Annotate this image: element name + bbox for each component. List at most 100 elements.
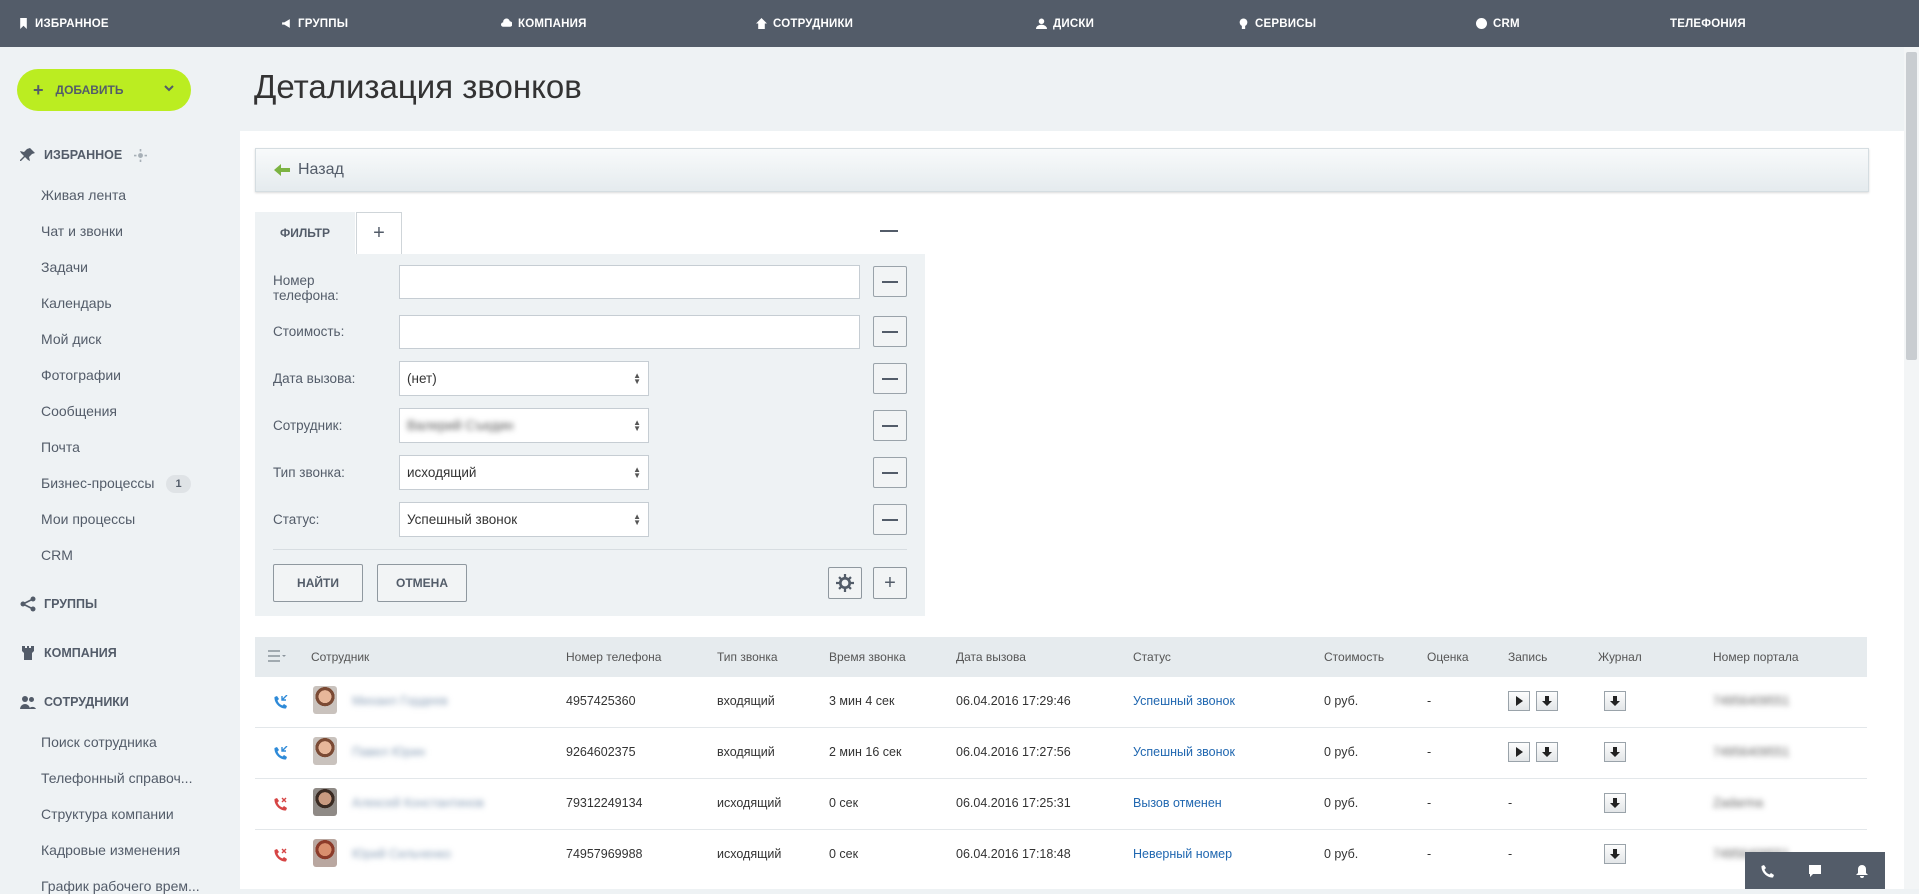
filter-collapse-icon[interactable] <box>880 230 898 232</box>
filter-settings-button[interactable] <box>828 567 862 599</box>
download-journal-button[interactable] <box>1604 691 1626 711</box>
call-status[interactable]: Успешный звонок <box>1133 745 1235 759</box>
employee-name[interactable]: Павел Юрин <box>352 745 425 759</box>
sidebar-item-crm[interactable]: CRM <box>41 547 73 563</box>
sidebar-section-groups[interactable]: Группы <box>20 596 97 612</box>
find-button[interactable]: НАЙТИ <box>273 564 363 602</box>
top-navigation: Избранное Группы Компания Сотрудники Дис… <box>0 0 1919 47</box>
add-button[interactable]: + Добавить <box>17 69 191 111</box>
topnav-item-services[interactable]: Сервисы <box>1238 0 1316 47</box>
call-status[interactable]: Неверный номер <box>1133 847 1232 861</box>
sidebar-section-favorites[interactable]: Избранное <box>20 147 148 163</box>
col-date[interactable]: Дата вызова <box>956 650 1026 664</box>
chat-icon[interactable] <box>1808 864 1822 878</box>
plus-icon: + <box>33 79 44 100</box>
remove-date-field-button[interactable] <box>873 363 907 394</box>
sidebar-item-phone-directory[interactable]: Телефонный справоч... <box>41 770 192 786</box>
castle-icon <box>22 646 34 660</box>
call-type: входящий <box>717 745 775 759</box>
back-button[interactable]: Назад <box>255 148 1869 192</box>
sidebar-item-live-feed[interactable]: Живая лента <box>41 187 126 203</box>
remove-employee-field-button[interactable] <box>873 410 907 441</box>
sidebar-item-photos[interactable]: Фотографии <box>41 367 121 383</box>
gear-icon <box>836 574 854 592</box>
filter-tab[interactable]: ФИЛЬТР <box>255 212 355 254</box>
date-select[interactable]: (нет) ▲ ▼ <box>399 361 649 396</box>
play-icon <box>1516 747 1523 757</box>
remove-call-type-field-button[interactable] <box>873 457 907 488</box>
play-record-button[interactable] <box>1508 742 1530 762</box>
add-filter-field-button[interactable]: + <box>873 567 907 599</box>
employee-name[interactable]: Юрий Сильченко <box>352 847 451 861</box>
call-status[interactable]: Успешный звонок <box>1133 694 1235 708</box>
col-rating[interactable]: Оценка <box>1427 650 1469 664</box>
col-cost[interactable]: Стоимость <box>1324 650 1384 664</box>
sidebar-section-company[interactable]: Компания <box>20 645 117 661</box>
call-duration: 0 сек <box>829 796 859 810</box>
sidebar-section-employees[interactable]: Сотрудники <box>20 694 129 710</box>
sidebar-item-company-structure[interactable]: Структура компании <box>41 806 174 822</box>
topnav-item-crm[interactable]: CRM <box>1476 0 1520 47</box>
add-filter-tab-button[interactable]: + <box>356 212 402 254</box>
remove-cost-field-button[interactable] <box>873 316 907 347</box>
topnav-item-company[interactable]: Компания <box>501 0 587 47</box>
sidebar-item-business-processes[interactable]: Бизнес-процессы 1 <box>41 475 191 494</box>
call-type-select[interactable]: исходящий ▲ ▼ <box>399 455 649 490</box>
status-select[interactable]: Успешный звонок ▲ ▼ <box>399 502 649 537</box>
play-record-button[interactable] <box>1508 691 1530 711</box>
col-journal[interactable]: Журнал <box>1598 650 1642 664</box>
sidebar-item-mail[interactable]: Почта <box>41 439 80 455</box>
download-record-button[interactable] <box>1536 742 1558 762</box>
download-journal-button[interactable] <box>1604 844 1626 864</box>
call-cost: 0 руб. <box>1324 745 1359 759</box>
download-record-button[interactable] <box>1536 691 1558 711</box>
scrollbar-thumb[interactable] <box>1906 52 1917 360</box>
row-divider <box>255 778 1867 779</box>
plus-icon: + <box>884 571 896 594</box>
call-status[interactable]: Вызов отменен <box>1133 796 1222 810</box>
bell-icon[interactable] <box>1855 864 1869 878</box>
phone-input[interactable] <box>399 265 860 299</box>
sidebar-item-employee-search[interactable]: Поиск сотрудника <box>41 734 157 750</box>
remove-phone-field-button[interactable] <box>873 266 907 297</box>
call-date: 06.04.2016 17:18:48 <box>956 847 1071 861</box>
sidebar-item-calendar[interactable]: Календарь <box>41 295 112 311</box>
select-arrows-icon: ▲ ▼ <box>633 371 641 386</box>
sidebar-item-messages[interactable]: Сообщения <box>41 403 117 419</box>
sidebar-item-my-processes[interactable]: Мои процессы <box>41 511 135 527</box>
phone-icon[interactable] <box>1761 864 1775 878</box>
sidebar-item-staff-changes[interactable]: Кадровые изменения <box>41 842 180 858</box>
gear-icon[interactable] <box>134 148 148 162</box>
col-record[interactable]: Запись <box>1508 650 1547 664</box>
download-journal-button[interactable] <box>1604 793 1626 813</box>
cancel-button[interactable]: ОТМЕНА <box>377 564 467 602</box>
topnav-item-telephony[interactable]: Телефония <box>1670 0 1746 47</box>
col-call-type[interactable]: Тип звонка <box>717 650 778 664</box>
cost-input[interactable] <box>399 315 860 349</box>
col-duration[interactable]: Время звонка <box>829 650 906 664</box>
col-phone[interactable]: Номер телефона <box>566 650 661 664</box>
topnav-item-employees[interactable]: Сотрудники <box>756 0 853 47</box>
col-portal[interactable]: Номер портала <box>1713 650 1799 664</box>
topnav-item-favorites[interactable]: Избранное <box>18 0 109 47</box>
download-icon <box>1542 747 1552 757</box>
menu-icon[interactable] <box>268 650 286 662</box>
employee-name[interactable]: Михаил Гордеев <box>352 694 448 708</box>
sidebar-item-work-schedule[interactable]: График рабочего врем... <box>41 878 200 894</box>
call-duration: 0 сек <box>829 847 859 861</box>
call-rating: - <box>1427 745 1432 759</box>
employee-name[interactable]: Алексей Константинов <box>352 796 484 810</box>
employee-select[interactable]: Валерий Съедин ▲ ▼ <box>399 408 649 443</box>
sidebar-item-chat[interactable]: Чат и звонки <box>41 223 123 239</box>
col-status[interactable]: Статус <box>1133 650 1171 664</box>
col-employee[interactable]: Сотрудник <box>311 650 369 664</box>
remove-status-field-button[interactable] <box>873 504 907 535</box>
sidebar-item-my-disk[interactable]: Мой диск <box>41 331 101 347</box>
topnav-item-disks[interactable]: Диски <box>1036 0 1094 47</box>
topnav-item-groups[interactable]: Группы <box>281 0 348 47</box>
share-icon <box>20 596 36 612</box>
sidebar-item-tasks[interactable]: Задачи <box>41 259 88 275</box>
call-type: исходящий <box>717 796 782 810</box>
download-journal-button[interactable] <box>1604 742 1626 762</box>
plus-icon: + <box>373 222 385 244</box>
